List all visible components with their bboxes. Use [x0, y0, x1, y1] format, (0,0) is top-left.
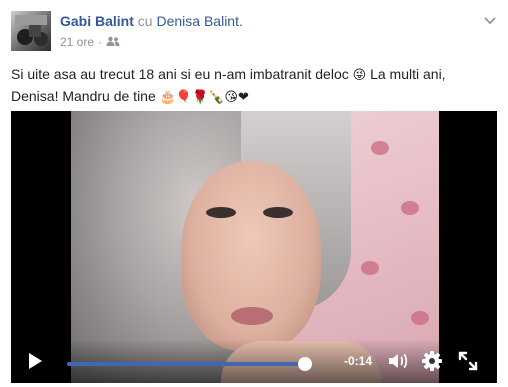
subject-eye-right [263, 207, 293, 218]
author-name-link[interactable]: Gabi Balint [60, 13, 134, 29]
audience-friends-icon[interactable] [106, 35, 120, 49]
feed-post: Gabi Balint cu Denisa Balint. 21 ore · S… [0, 0, 508, 387]
progress-scrubber-handle[interactable] [298, 357, 312, 371]
post-emojis: 🎂🎈🌹🍾😘❤ [159, 90, 249, 105]
post-meta: 21 ore · [60, 35, 120, 49]
fullscreen-icon[interactable] [457, 350, 479, 372]
play-icon[interactable] [25, 351, 45, 371]
timestamp-link[interactable]: 21 ore [60, 35, 94, 49]
tagged-user-link[interactable]: Denisa Balint. [156, 13, 242, 29]
post-text: Si uite asa au trecut 18 ani si eu n-am … [11, 64, 481, 108]
volume-icon[interactable] [387, 350, 409, 372]
wallpaper-flower [371, 141, 389, 155]
post-options-chevron-icon[interactable] [482, 12, 498, 28]
post-text-line1-tail: La multi ani, [366, 66, 446, 82]
time-remaining: -0:14 [344, 354, 373, 368]
subject-lips [231, 307, 273, 325]
wallpaper-flower [411, 311, 429, 325]
wallpaper-flower [401, 201, 419, 215]
meta-separator: · [98, 35, 103, 49]
with-word: cu [137, 13, 153, 29]
video-controls: -0:14 [11, 339, 497, 383]
author-avatar[interactable] [11, 11, 51, 51]
wallpaper-flower [361, 261, 379, 275]
settings-gear-icon[interactable] [421, 350, 443, 372]
post-text-line1: Si uite asa au trecut 18 ani si eu n-am … [11, 66, 349, 82]
video-player[interactable]: -0:14 [11, 111, 497, 383]
post-header: Gabi Balint cu Denisa Balint. [60, 13, 243, 29]
post-text-line2: Denisa! Mandru de tine [11, 88, 156, 104]
subject-eye-left [206, 207, 236, 218]
progress-bar[interactable] [67, 362, 310, 366]
winking-tongue-emoji: 😜 [352, 68, 367, 83]
